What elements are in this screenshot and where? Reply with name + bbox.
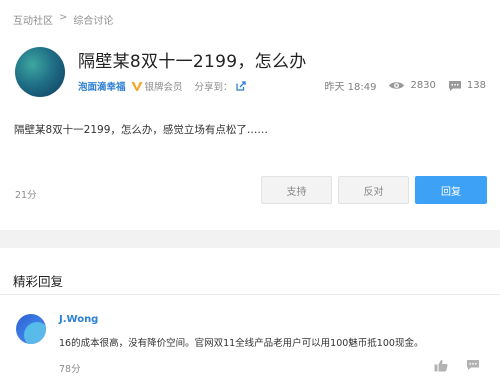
thumbs-up-icon[interactable] xyxy=(434,359,448,372)
author-name-link[interactable]: 泡面滴幸福 xyxy=(78,79,126,93)
highlights-title: 精彩回复 xyxy=(13,274,64,289)
breadcrumb-root-link[interactable]: 互动社区 xyxy=(13,12,53,27)
post-title: 隔壁某8双十一2199，怎么办 xyxy=(78,52,307,72)
support-button[interactable]: 支持 xyxy=(261,176,332,204)
section-divider xyxy=(0,230,500,248)
reply-author-link[interactable]: J.Wong xyxy=(59,314,98,325)
reply-icon[interactable] xyxy=(466,359,480,371)
vip-badge-icon xyxy=(131,81,143,91)
comment-count: 138 xyxy=(466,80,486,91)
post-meta: 泡面滴幸福 银牌会员 分享到： xyxy=(78,79,246,93)
reply-actions xyxy=(434,359,480,372)
member-level: 银牌会员 xyxy=(144,82,183,93)
share-label: 分享到： xyxy=(194,82,233,93)
post-body: 隔壁某8双十一2199，怎么办，感觉立场有点松了…… xyxy=(14,124,268,136)
highlights-divider xyxy=(0,294,500,295)
breadcrumb-current-link[interactable]: 综合讨论 xyxy=(73,12,113,27)
post-score: 21分 xyxy=(15,190,37,201)
reply-avatar[interactable] xyxy=(16,314,46,344)
view-count: 2830 xyxy=(410,80,436,91)
post-time: 昨天 18:49 xyxy=(324,82,377,93)
reply-button[interactable]: 回复 xyxy=(415,176,487,204)
reply-score: 78分 xyxy=(59,364,81,375)
comment-icon xyxy=(448,80,461,91)
oppose-button[interactable]: 反对 xyxy=(338,176,409,204)
eye-icon xyxy=(389,82,405,89)
breadcrumb: 互动社区 > 综合讨论 xyxy=(13,12,113,27)
share-icon[interactable] xyxy=(235,81,246,91)
author-avatar[interactable] xyxy=(15,47,65,97)
post-stats: 昨天 18:49 2830 138 xyxy=(324,78,486,93)
breadcrumb-separator: > xyxy=(59,12,68,23)
reply-text: 16的成本很高，没有降价空间。官网双11全线产品老用户可以用100魅币抵100现… xyxy=(59,338,424,349)
